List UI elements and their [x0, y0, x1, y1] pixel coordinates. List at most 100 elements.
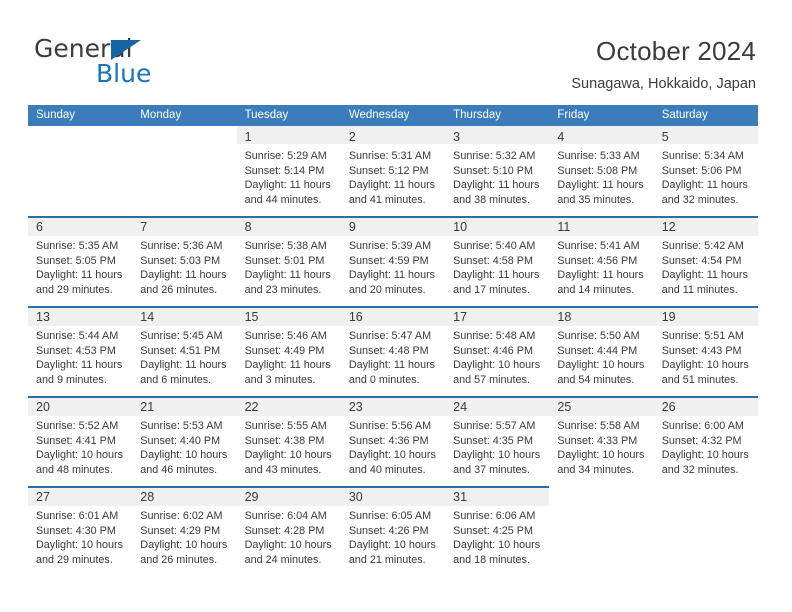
day-cell[interactable]: 8 Sunrise: 5:38 AM Sunset: 5:01 PM Daylight… [236, 216, 341, 306]
calendar-page: General Blue October 2024 Sunagawa, Hokk… [0, 0, 792, 612]
day-cell[interactable]: 26 Sunrise: 6:00 AM Sunset: 4:32 PM Dayligh… [653, 396, 758, 486]
week-row: 20 Sunrise: 5:52 AM Sunset: 4:41 PM Dayligh… [28, 396, 758, 486]
sunset-text: Sunset: 5:14 PM [244, 164, 325, 177]
sunrise-text: Sunrise: 5:58 AM [557, 420, 640, 432]
sunrise-text: Sunrise: 5:51 AM [661, 330, 744, 342]
sunrise-text: Sunrise: 5:47 AM [348, 330, 432, 342]
day-cell[interactable]: 14 Sunrise: 5:45 AM Sunset: 4:51 PM Dayligh… [132, 306, 237, 396]
day-cell[interactable]: 22 Sunrise: 5:55 AM Sunset: 4:38 PM Dayligh… [236, 396, 341, 486]
day-number: 4 [557, 130, 565, 144]
daynum-band [132, 216, 237, 236]
day-cell[interactable]: 17 Sunrise: 5:48 AM Sunset: 4:46 PM Dayligh… [445, 306, 550, 396]
day-number: 24 [453, 400, 468, 414]
day-cell[interactable]: 15 Sunrise: 5:46 AM Sunset: 4:49 PM Dayligh… [236, 306, 341, 396]
day-number: 23 [348, 400, 363, 414]
daylight-text-line1: Daylight: 11 hours [453, 269, 540, 282]
sunrise-text: Sunrise: 5:57 AM [453, 420, 536, 432]
day-cell[interactable]: 28 Sunrise: 6:02 AM Sunset: 4:29 PM Dayligh… [132, 486, 237, 576]
day-details: Sunrise: 5:45 AM Sunset: 4:51 PM Daylight:… [140, 329, 232, 387]
day-cell[interactable]: 3 Sunrise: 5:32 AM Sunset: 5:10 PM Daylight… [445, 126, 550, 216]
sunrise-text: Sunrise: 5:56 AM [348, 420, 432, 432]
daylight-text-line1: Daylight: 10 hours [36, 449, 124, 462]
weekday-header-tuesday: Tuesday [244, 109, 289, 121]
day-cell[interactable]: 10 Sunrise: 5:40 AM Sunset: 4:58 PM Dayligh… [445, 216, 550, 306]
sunrise-text: Sunrise: 5:48 AM [453, 330, 536, 342]
day-number: 21 [140, 400, 155, 414]
day-details: Sunrise: 5:52 AM Sunset: 4:41 PM Daylight:… [36, 419, 128, 477]
sunset-text: Sunset: 4:51 PM [140, 344, 221, 357]
day-details: Sunrise: 5:34 AM Sunset: 5:06 PM Daylight:… [662, 149, 754, 207]
daylight-text-line1: Daylight: 11 hours [244, 359, 331, 372]
sunset-text: Sunset: 5:05 PM [36, 254, 116, 267]
sunrise-text: Sunrise: 5:40 AM [453, 240, 536, 252]
sunset-text: Sunset: 4:40 PM [140, 434, 221, 447]
day-cell[interactable]: 29 Sunrise: 6:04 AM Sunset: 4:28 PM Dayligh… [236, 486, 341, 576]
day-cell[interactable]: 19 Sunrise: 5:51 AM Sunset: 4:43 PM Dayligh… [653, 306, 758, 396]
day-cell[interactable]: 30 Sunrise: 6:05 AM Sunset: 4:26 PM Dayligh… [340, 486, 446, 576]
daylight-text-line1: Daylight: 11 hours [244, 179, 331, 192]
day-cell[interactable]: 12 Sunrise: 5:42 AM Sunset: 4:54 PM Dayligh… [653, 216, 758, 306]
daylight-text-line2: and 3 minutes. [244, 373, 316, 386]
day-cell[interactable]: 1 Sunrise: 5:29 AM Sunset: 5:14 PM Daylight… [236, 126, 341, 216]
day-details: Sunrise: 5:36 AM Sunset: 5:03 PM Daylight:… [140, 239, 232, 297]
daylight-text-line2: and 29 minutes. [36, 553, 113, 566]
daylight-text-line2: and 48 minutes. [36, 463, 113, 476]
day-details: Sunrise: 5:33 AM Sunset: 5:08 PM Daylight:… [557, 149, 649, 207]
sunrise-text: Sunrise: 6:02 AM [140, 510, 223, 522]
day-number: 20 [36, 400, 50, 414]
day-details: Sunrise: 5:39 AM Sunset: 4:59 PM Daylight:… [349, 239, 441, 297]
daylight-text-line1: Daylight: 11 hours [453, 179, 540, 192]
triangle-icon [111, 40, 141, 60]
day-cell[interactable]: 23 Sunrise: 5:56 AM Sunset: 4:36 PM Dayligh… [340, 396, 446, 486]
daylight-text-line2: and 18 minutes. [453, 553, 530, 566]
day-details: Sunrise: 5:44 AM Sunset: 4:53 PM Daylight:… [36, 329, 128, 387]
sunrise-text: Sunrise: 6:05 AM [348, 510, 432, 522]
day-cell[interactable]: 9 Sunrise: 5:39 AM Sunset: 4:59 PM Daylight… [340, 216, 446, 306]
day-cell[interactable]: 27 Sunrise: 6:01 AM Sunset: 4:30 PM Dayligh… [28, 486, 133, 576]
daylight-text-line1: Daylight: 10 hours [244, 449, 332, 462]
day-cell[interactable]: 24 Sunrise: 5:57 AM Sunset: 4:35 PM Dayligh… [445, 396, 550, 486]
day-cell[interactable]: 4 Sunrise: 5:33 AM Sunset: 5:08 PM Daylight… [549, 126, 654, 216]
daynum-band [445, 126, 550, 144]
daylight-text-line2: and 23 minutes. [244, 283, 322, 296]
day-details: Sunrise: 5:55 AM Sunset: 4:38 PM Daylight:… [245, 419, 337, 477]
day-number: 30 [348, 490, 363, 504]
day-cell[interactable]: 21 Sunrise: 5:53 AM Sunset: 4:40 PM Dayligh… [132, 396, 237, 486]
day-cell[interactable]: 13 Sunrise: 5:44 AM Sunset: 4:53 PM Dayligh… [28, 306, 133, 396]
day-cell[interactable]: 2 Sunrise: 5:31 AM Sunset: 5:12 PM Daylight… [340, 126, 446, 216]
sunset-text: Sunset: 4:48 PM [348, 344, 429, 357]
sunrise-text: Sunrise: 6:00 AM [661, 420, 744, 432]
day-cell[interactable]: 7 Sunrise: 5:36 AM Sunset: 5:03 PM Daylight… [132, 216, 237, 306]
sunrise-text: Sunrise: 5:42 AM [661, 240, 744, 252]
sunset-text: Sunset: 4:28 PM [244, 524, 325, 537]
day-details: Sunrise: 5:42 AM Sunset: 4:54 PM Daylight:… [662, 239, 754, 297]
day-cell[interactable]: 11 Sunrise: 5:41 AM Sunset: 4:56 PM Dayligh… [549, 216, 654, 306]
day-details: Sunrise: 5:51 AM Sunset: 4:43 PM Daylight:… [662, 329, 754, 387]
day-details: Sunrise: 5:48 AM Sunset: 4:46 PM Daylight:… [453, 329, 545, 387]
daylight-text-line1: Daylight: 10 hours [36, 539, 124, 552]
day-cell[interactable]: 25 Sunrise: 5:58 AM Sunset: 4:33 PM Dayligh… [549, 396, 654, 486]
daynum-band [549, 126, 654, 144]
daylight-text-line2: and 14 minutes. [557, 283, 635, 296]
page-title: October 2024 [596, 36, 756, 66]
sunset-text: Sunset: 4:49 PM [244, 344, 325, 357]
day-cell[interactable]: 6 Sunrise: 5:35 AM Sunset: 5:05 PM Daylight… [28, 216, 133, 306]
day-number: 17 [453, 310, 468, 324]
sunset-text: Sunset: 4:26 PM [348, 524, 429, 537]
day-cell[interactable]: 31 Sunrise: 6:06 AM Sunset: 4:25 PM Dayligh… [445, 486, 550, 576]
calendar-grid: Sunday Monday Tuesday Wednesday Thursday… [28, 105, 758, 576]
day-cell[interactable]: 5 Sunrise: 5:34 AM Sunset: 5:06 PM Daylight… [653, 126, 758, 216]
daylight-text-line1: Daylight: 11 hours [140, 269, 227, 282]
sunset-text: Sunset: 4:54 PM [661, 254, 742, 267]
daylight-text-line2: and 32 minutes. [661, 193, 739, 206]
brand-name-blue: Blue [96, 59, 152, 88]
day-cell[interactable]: 18 Sunrise: 5:50 AM Sunset: 4:44 PM Dayligh… [549, 306, 654, 396]
daylight-text-line1: Daylight: 11 hours [36, 269, 123, 282]
day-cell[interactable]: 16 Sunrise: 5:47 AM Sunset: 4:48 PM Dayligh… [340, 306, 446, 396]
sunset-text: Sunset: 4:35 PM [453, 434, 533, 447]
sunrise-text: Sunrise: 5:35 AM [36, 240, 119, 252]
weekday-header-wednesday: Wednesday [348, 109, 410, 121]
sunrise-text: Sunrise: 5:53 AM [140, 420, 223, 432]
daylight-text-line1: Daylight: 10 hours [140, 449, 228, 462]
day-cell[interactable]: 20 Sunrise: 5:52 AM Sunset: 4:41 PM Dayligh… [28, 396, 133, 486]
